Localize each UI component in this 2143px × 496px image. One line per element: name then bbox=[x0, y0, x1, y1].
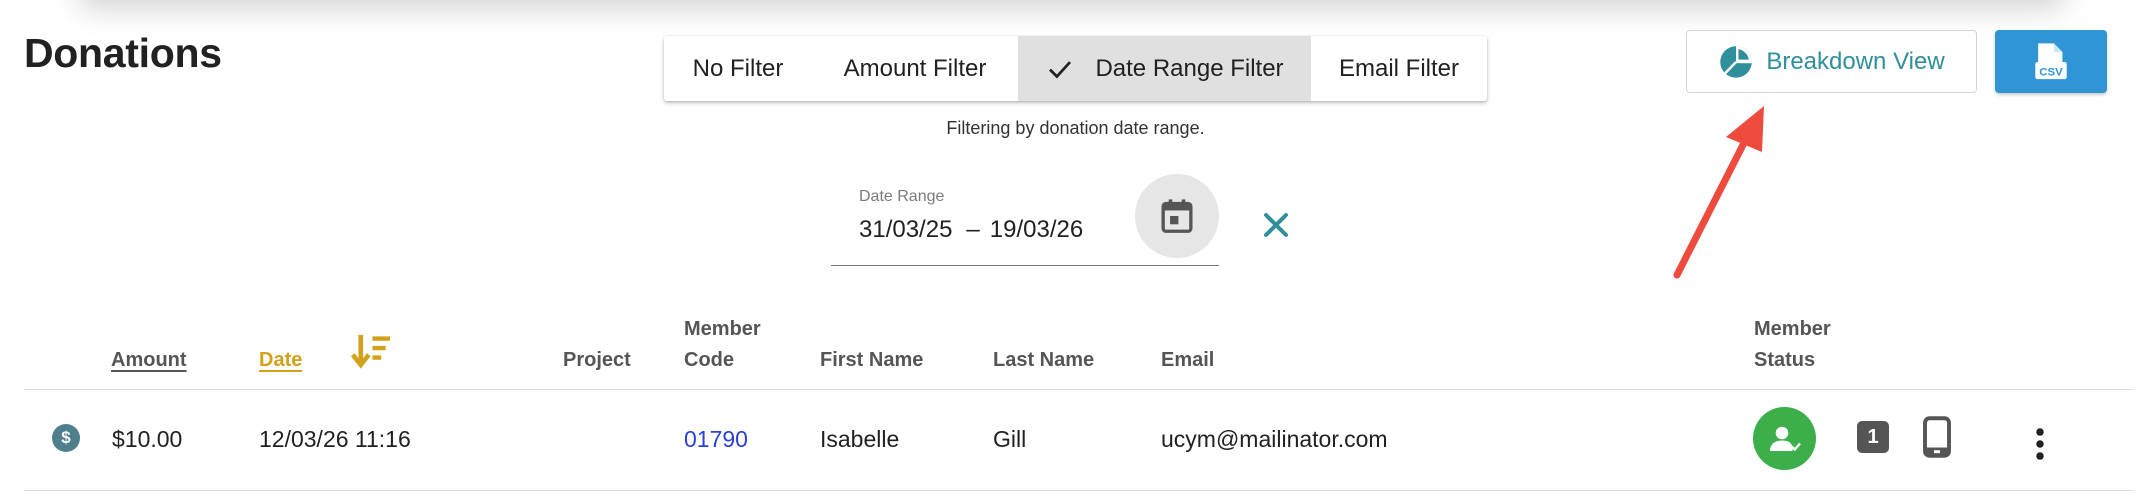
breakdown-view-button[interactable]: Breakdown View bbox=[1686, 30, 1977, 93]
column-header-line: Code bbox=[684, 349, 734, 371]
cell-date: 12/03/26 11:16 bbox=[259, 426, 411, 452]
date-range-label: Date Range bbox=[859, 188, 945, 205]
filter-toggle-group: No Filter Amount Filter Date Range Filte… bbox=[664, 36, 1487, 101]
page-title: Donations bbox=[24, 30, 222, 76]
column-header-last-name: Last Name bbox=[993, 349, 1095, 371]
dollar-icon: $ bbox=[52, 424, 80, 452]
filter-date-range[interactable]: Date Range Filter bbox=[1018, 36, 1311, 101]
annotation-arrow bbox=[1673, 106, 1764, 279]
phone-icon bbox=[1923, 416, 1951, 458]
filter-amount[interactable]: Amount Filter bbox=[812, 36, 1018, 101]
filter-caption: Filtering by donation date range. bbox=[946, 118, 1205, 138]
sort-descending-icon[interactable] bbox=[350, 332, 392, 370]
breakdown-view-label: Breakdown View bbox=[1766, 47, 1945, 75]
filter-label: Amount Filter bbox=[843, 54, 987, 82]
cell-member-code-link[interactable]: 01790 bbox=[684, 426, 748, 453]
column-header-member-code: Member Code bbox=[684, 314, 761, 376]
filter-label: No Filter bbox=[692, 54, 784, 82]
cell-last-name: Gill bbox=[993, 426, 1027, 452]
filter-label: Date Range Filter bbox=[1095, 54, 1284, 82]
filter-label: Email Filter bbox=[1338, 54, 1459, 82]
column-header-first-name: First Name bbox=[820, 349, 924, 371]
member-verified-icon bbox=[1769, 426, 1801, 451]
export-csv-button[interactable]: CSV bbox=[1995, 30, 2107, 93]
date-range-end[interactable]: 19/03/26 bbox=[990, 216, 1083, 243]
column-header-email: Email bbox=[1161, 349, 1215, 371]
cell-email: ucym@mailinator.com bbox=[1161, 426, 1388, 452]
calendar-button[interactable] bbox=[1135, 174, 1219, 258]
count-badge: 1 bbox=[1857, 421, 1889, 453]
csv-icon-text: CSV bbox=[2039, 66, 2063, 78]
date-range-start[interactable]: 31/03/25 bbox=[859, 216, 952, 243]
pie-chart-icon bbox=[1720, 45, 1753, 78]
more-vert-icon[interactable] bbox=[2025, 426, 2055, 462]
cell-first-name: Isabelle bbox=[820, 426, 900, 452]
member-status-badge[interactable] bbox=[1753, 407, 1816, 470]
column-header-amount[interactable]: Amount bbox=[111, 345, 187, 376]
column-header-date[interactable]: Date bbox=[259, 345, 302, 376]
filter-email[interactable]: Email Filter bbox=[1311, 36, 1487, 101]
clear-icon[interactable] bbox=[1261, 210, 1291, 240]
filter-no-filter[interactable]: No Filter bbox=[664, 36, 812, 101]
column-header-member-status: Member Status bbox=[1754, 314, 1831, 376]
column-header-project: Project bbox=[563, 349, 631, 371]
table-header-divider bbox=[24, 389, 2133, 390]
cell-amount: $10.00 bbox=[112, 426, 183, 452]
column-header-line: Member bbox=[1754, 318, 1831, 340]
csv-file-icon: CSV bbox=[2035, 42, 2067, 79]
column-header-line: Member bbox=[684, 318, 761, 340]
column-header-line: Status bbox=[1754, 349, 1816, 371]
check-icon bbox=[1049, 60, 1072, 78]
calendar-icon bbox=[1161, 199, 1193, 233]
date-range-separator: – bbox=[966, 216, 980, 243]
date-range-values: 31/03/25–19/03/26 bbox=[859, 216, 1083, 244]
table-row-divider bbox=[24, 490, 2133, 491]
